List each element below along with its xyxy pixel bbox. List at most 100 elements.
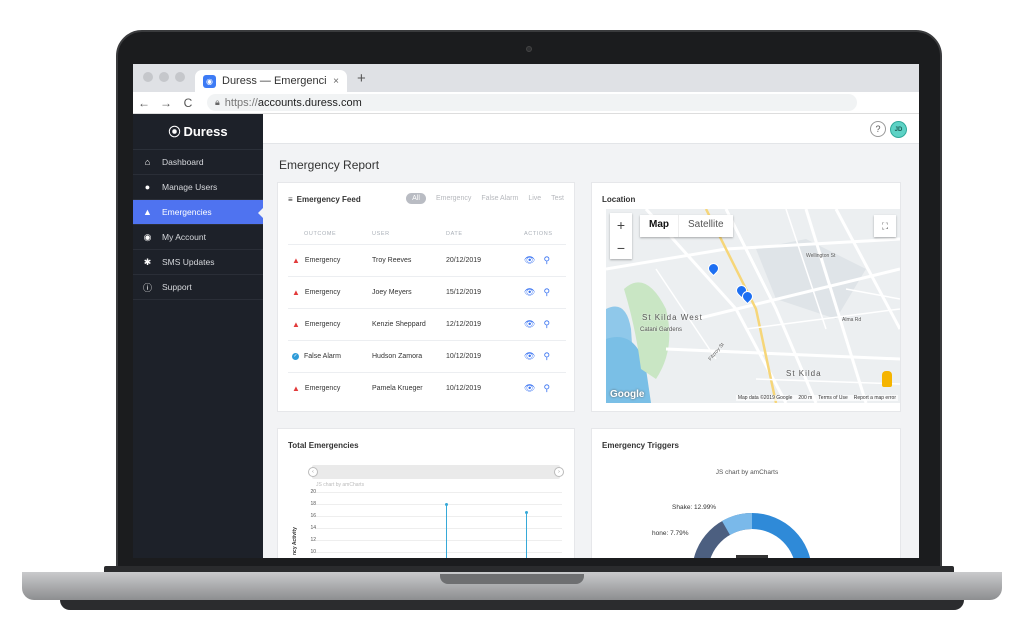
outcome-cell: ✓ False Alarm bbox=[288, 352, 372, 360]
view-eye-icon[interactable]: 👁︎ bbox=[524, 255, 535, 266]
window-controls bbox=[133, 72, 195, 92]
map-data-credit: Map data ©2019 Google bbox=[737, 395, 793, 401]
location-pin-icon[interactable]: ⚲ bbox=[543, 351, 550, 362]
page-title: Emergency Report bbox=[279, 158, 380, 172]
map[interactable]: St Kilda West Catani Gardens St Kilda We… bbox=[606, 209, 900, 403]
minimize-window-button[interactable] bbox=[159, 72, 169, 82]
table-row[interactable]: ▲ Emergency Pamela Krueger 10/12/2019 👁︎ ⚲ bbox=[288, 372, 566, 403]
scrollbar-left-handle[interactable]: ‹ bbox=[308, 467, 318, 477]
sidebar-item-sms-updates[interactable]: ✱ SMS Updates bbox=[133, 250, 263, 275]
new-tab-button[interactable]: + bbox=[347, 70, 376, 92]
info-icon: ⓘ bbox=[143, 282, 153, 293]
sidebar-item-my-account[interactable]: ◉ My Account bbox=[133, 225, 263, 250]
donut-slice[interactable] bbox=[752, 513, 812, 558]
y-tick: 12 bbox=[310, 537, 316, 543]
table-row[interactable]: ▲ Emergency Kenzie Sheppard 12/12/2019 👁︎ ⚲ bbox=[288, 308, 566, 339]
logo[interactable]: ⦿ Duress bbox=[133, 114, 263, 150]
map-label-st-kilda: St Kilda bbox=[786, 369, 822, 378]
filter-live[interactable]: Live bbox=[528, 195, 541, 202]
view-eye-icon[interactable]: 👁︎ bbox=[524, 351, 535, 362]
location-pin-icon[interactable]: ⚲ bbox=[543, 383, 550, 394]
donut-chart bbox=[693, 512, 812, 558]
close-tab-icon[interactable]: × bbox=[333, 76, 339, 87]
map-tab[interactable]: Map bbox=[640, 215, 678, 237]
sidebar-item-support[interactable]: ⓘ Support bbox=[133, 275, 263, 300]
sidebar-item-dashboard[interactable]: ⌂ Dashboard bbox=[133, 150, 263, 175]
filter-all[interactable]: All bbox=[406, 193, 426, 204]
list-icon: ≡ bbox=[288, 195, 293, 204]
maximize-window-button[interactable] bbox=[175, 72, 185, 82]
user-cell: Joey Meyers bbox=[372, 288, 412, 296]
sidebar-item-label: Support bbox=[162, 282, 192, 292]
sidebar-item-label: SMS Updates bbox=[162, 257, 215, 267]
column-actions: ACTIONS bbox=[524, 231, 553, 237]
column-date: DATE bbox=[446, 231, 463, 237]
sidebar-item-label: Emergencies bbox=[162, 207, 212, 217]
map-scale: 200 m bbox=[798, 395, 813, 401]
url-input[interactable]: 🔒︎ https://accounts.duress.com bbox=[207, 94, 857, 111]
browser-tab[interactable]: ◉ Duress — Emergencies × bbox=[195, 70, 347, 92]
laptop-foot bbox=[60, 600, 964, 610]
location-pin-icon[interactable]: ⚲ bbox=[543, 255, 550, 266]
location-title: Location bbox=[602, 195, 636, 204]
close-window-button[interactable] bbox=[143, 72, 153, 82]
outcome-label: Emergency bbox=[304, 288, 341, 296]
zoom-out-button[interactable]: − bbox=[617, 240, 625, 256]
location-pin-icon[interactable]: ⚲ bbox=[543, 319, 550, 330]
sidebar-item-label: Manage Users bbox=[162, 182, 218, 192]
scrollbar-right-handle[interactable]: › bbox=[554, 467, 564, 477]
reload-button[interactable]: C bbox=[177, 96, 199, 110]
map-label-st-kilda-west: St Kilda West bbox=[642, 313, 703, 322]
url-host: accounts.duress.com bbox=[257, 96, 362, 109]
data-point[interactable] bbox=[445, 503, 448, 506]
app: ⦿ Duress ⌂ Dashboard ● Manage Users ▲ Emergen… bbox=[133, 114, 919, 558]
map-label-alma: Alma Rd bbox=[842, 317, 862, 323]
actions-cell: 👁︎ ⚲ bbox=[518, 383, 566, 394]
amcharts-credit: JS chart by amCharts bbox=[715, 469, 779, 476]
avatar[interactable]: JD bbox=[890, 121, 907, 138]
chart-scrollbar[interactable] bbox=[312, 465, 560, 479]
view-eye-icon[interactable]: 👁︎ bbox=[524, 319, 535, 330]
satellite-tab[interactable]: Satellite bbox=[678, 215, 733, 237]
map-streets bbox=[606, 209, 900, 403]
fullscreen-icon[interactable]: ⛶ bbox=[874, 215, 896, 237]
address-bar-row: ← → C 🔒︎ https://accounts.duress.com bbox=[133, 92, 919, 114]
url-scheme: https:// bbox=[224, 96, 258, 109]
sidebar-item-manage-users[interactable]: ● Manage Users bbox=[133, 175, 263, 200]
back-button[interactable]: ← bbox=[133, 96, 155, 110]
zoom-in-button[interactable]: + bbox=[617, 217, 625, 233]
map-label-catani: Catani Gardens bbox=[640, 327, 683, 333]
sidebar: ⦿ Duress ⌂ Dashboard ● Manage Users ▲ Emergen… bbox=[133, 114, 264, 558]
sidebar-item-emergencies[interactable]: ▲ Emergencies bbox=[133, 200, 264, 225]
filter-emergency[interactable]: Emergency bbox=[436, 195, 471, 202]
map-footer: Map data ©2019 Google 200 m Terms of Use… bbox=[735, 395, 898, 401]
table-row[interactable]: ▲ Emergency Troy Reeves 20/12/2019 👁︎ ⚲ bbox=[288, 244, 566, 275]
filter-false-alarm[interactable]: False Alarm bbox=[481, 195, 518, 202]
table-row[interactable]: ✓ False Alarm Hudson Zamora 10/12/2019 👁︎ ⚲ bbox=[288, 340, 566, 371]
actions-cell: 👁︎ ⚲ bbox=[518, 351, 566, 362]
filter-test[interactable]: Test bbox=[551, 195, 564, 202]
report-link[interactable]: Report a map error bbox=[854, 395, 896, 401]
gridline bbox=[316, 492, 562, 493]
view-eye-icon[interactable]: 👁︎ bbox=[524, 383, 535, 394]
emergency-feed-title: ≡ Emergency Feed bbox=[288, 195, 361, 204]
forward-button[interactable]: → bbox=[155, 96, 177, 110]
donut-label-shake: Shake: 12.99% bbox=[672, 504, 717, 511]
pegman-icon[interactable] bbox=[882, 371, 892, 387]
outcome-label: Emergency bbox=[304, 384, 341, 392]
data-point[interactable] bbox=[525, 511, 528, 514]
location-pin-icon[interactable]: ⚲ bbox=[543, 287, 550, 298]
logo-text: Duress bbox=[183, 124, 228, 139]
table-row[interactable]: ▲ Emergency Joey Meyers 15/12/2019 👁︎ ⚲ bbox=[288, 276, 566, 307]
view-eye-icon[interactable]: 👁︎ bbox=[524, 287, 535, 298]
date-cell: 10/12/2019 bbox=[446, 384, 482, 392]
y-tick: 14 bbox=[310, 525, 316, 531]
outcome-cell: ▲ Emergency bbox=[288, 320, 372, 329]
zoom-control: + − bbox=[610, 213, 632, 259]
terms-link[interactable]: Terms of Use bbox=[818, 395, 847, 401]
sidebar-item-label: Dashboard bbox=[162, 157, 204, 167]
top-bar: ? JD bbox=[263, 114, 919, 144]
y-tick: 18 bbox=[310, 501, 316, 507]
help-button[interactable]: ? bbox=[870, 121, 886, 137]
feed-table-header: OUTCOME USER DATE ACTIONS bbox=[288, 231, 566, 237]
